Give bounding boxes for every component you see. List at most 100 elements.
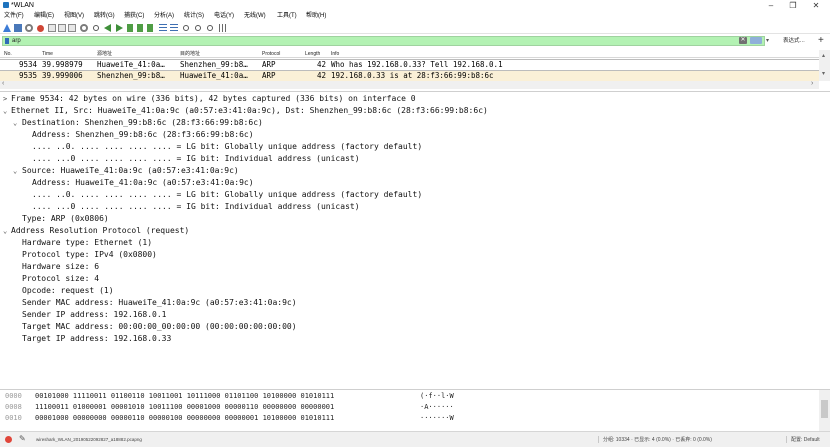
close-file-icon[interactable] xyxy=(68,24,76,32)
packet-list-vertical-scrollbar[interactable]: ▴ ▾ xyxy=(819,50,830,81)
byte-bits[interactable]: 00001000 00000000 00000110 00000100 0000… xyxy=(35,413,334,424)
menu-file[interactable]: 文件(F) xyxy=(4,12,24,21)
tree-item-source[interactable]: ⌄ Source: HuaweiTe_41:0a:9c (a0:57:e3:41… xyxy=(0,165,830,177)
restart-icon[interactable] xyxy=(25,24,33,32)
shark-fin-icon[interactable] xyxy=(3,24,11,32)
tree-item-field[interactable]: Sender MAC address: HuaweiTe_41:0a:9c (a… xyxy=(0,297,830,309)
expand-arrow-icon[interactable]: > xyxy=(3,93,7,105)
first-icon[interactable] xyxy=(137,24,143,32)
display-filter-input[interactable]: arp xyxy=(2,36,765,46)
expert-info-icon[interactable] xyxy=(5,436,12,443)
tree-item-ethernet[interactable]: ⌄ Ethernet II, Src: HuaweiTe_41:0a:9c (a… xyxy=(0,105,830,117)
tree-item-field[interactable]: .... ..0. .... .... .... .... = LG bit: … xyxy=(0,141,830,153)
column-time[interactable]: Time xyxy=(42,51,53,57)
column-destination[interactable]: 目的地址 xyxy=(180,51,200,57)
menu-wireless[interactable]: 无线(W) xyxy=(244,12,266,21)
tree-item-field[interactable]: Opcode: request (1) xyxy=(0,285,830,297)
tree-item-field[interactable]: Sender IP address: 192.168.0.1 xyxy=(0,309,830,321)
tree-item-field[interactable]: Hardware size: 6 xyxy=(0,261,830,273)
tree-item-field[interactable]: Address: Shenzhen_99:b8:6c (28:f3:66:99:… xyxy=(0,129,830,141)
collapse-arrow-icon[interactable]: ⌄ xyxy=(3,225,7,237)
tree-item-label: .... ...0 .... .... .... .... = IG bit: … xyxy=(32,202,360,211)
title-bar: *WLAN – ❐ ✕ xyxy=(0,0,830,11)
tree-item-arp[interactable]: ⌄ Address Resolution Protocol (request) xyxy=(0,225,830,237)
zoom-reset-icon[interactable] xyxy=(207,25,213,31)
menu-view[interactable]: 视图(V) xyxy=(64,12,84,21)
menu-help[interactable]: 帮助(H) xyxy=(306,12,326,21)
filter-history-dropdown-icon[interactable]: ▾ xyxy=(766,37,769,44)
autoscroll-icon[interactable] xyxy=(159,24,167,32)
bytes-vertical-scrollbar[interactable] xyxy=(819,390,830,431)
close-button[interactable]: ✕ xyxy=(803,0,829,11)
tree-item-field[interactable]: .... ...0 .... .... .... .... = IG bit: … xyxy=(0,201,830,213)
forward-icon[interactable] xyxy=(116,24,123,32)
bytes-row[interactable]: 0000 00101000 11110011 01100110 10011001… xyxy=(0,391,820,402)
bytes-row[interactable]: 0010 00001000 00000000 00000110 00000100… xyxy=(0,413,820,424)
reload-icon[interactable] xyxy=(80,24,88,32)
column-no[interactable]: No. xyxy=(4,51,12,57)
tree-item-field[interactable]: Target MAC address: 00:00:00_00:00:00 (0… xyxy=(0,321,830,333)
column-protocol[interactable]: Protocol xyxy=(262,51,280,57)
zoom-out-icon[interactable] xyxy=(195,25,201,31)
byte-ascii[interactable]: (·f··l·W xyxy=(420,391,454,402)
zoom-in-icon[interactable] xyxy=(183,25,189,31)
packet-list-horizontal-scrollbar[interactable]: ‹ › xyxy=(0,80,819,89)
menu-go[interactable]: 跳转(G) xyxy=(94,12,115,21)
tree-item-field[interactable]: Target IP address: 192.168.0.33 xyxy=(0,333,830,345)
clear-filter-icon[interactable]: ✕ xyxy=(739,37,747,44)
stop-icon[interactable] xyxy=(14,24,22,32)
menu-statistics[interactable]: 统计(S) xyxy=(184,12,204,21)
collapse-arrow-icon[interactable]: ⌄ xyxy=(13,165,17,177)
colorize-icon[interactable] xyxy=(170,24,178,32)
capture-comment-icon[interactable]: ✎ xyxy=(19,434,26,443)
scroll-right-icon[interactable]: › xyxy=(811,80,813,87)
tree-item-field[interactable]: Hardware type: Ethernet (1) xyxy=(0,237,830,249)
bytes-row[interactable]: 0008 11100011 01000001 00001010 10011100… xyxy=(0,402,820,413)
menu-analyze[interactable]: 分析(A) xyxy=(154,12,174,21)
tree-item-frame[interactable]: > Frame 9534: 42 bytes on wire (336 bits… xyxy=(0,93,830,105)
column-length[interactable]: Length xyxy=(305,51,320,57)
tree-item-field[interactable]: Protocol size: 4 xyxy=(0,273,830,285)
collapse-arrow-icon[interactable]: ⌄ xyxy=(13,117,17,129)
find-icon[interactable] xyxy=(93,25,99,31)
back-icon[interactable] xyxy=(104,24,111,32)
menu-telephony[interactable]: 电话(Y) xyxy=(214,12,234,21)
save-icon[interactable] xyxy=(58,24,66,32)
tree-item-field[interactable]: Protocol type: IPv4 (0x0800) xyxy=(0,249,830,261)
bookmark-icon[interactable] xyxy=(5,38,9,44)
tree-item-label: Target IP address: 192.168.0.33 xyxy=(22,334,172,343)
add-filter-button[interactable]: + xyxy=(818,35,824,47)
scroll-down-icon[interactable]: ▾ xyxy=(822,70,825,77)
menu-edit[interactable]: 编辑(E) xyxy=(34,12,54,21)
byte-ascii[interactable]: ·A······ xyxy=(420,402,454,413)
scroll-thumb[interactable] xyxy=(821,400,828,418)
collapse-arrow-icon[interactable]: ⌄ xyxy=(3,105,7,117)
wireshark-app-icon xyxy=(3,2,9,8)
tree-item-field[interactable]: .... ...0 .... .... .... .... = IG bit: … xyxy=(0,153,830,165)
packet-row[interactable]: 9534 39.998979 HuaweiTe_41:0a… Shenzhen_… xyxy=(0,59,819,71)
menu-tools[interactable]: 工具(T) xyxy=(277,12,297,21)
scroll-left-icon[interactable]: ‹ xyxy=(2,80,4,87)
options-icon[interactable] xyxy=(37,25,44,32)
scroll-up-icon[interactable]: ▴ xyxy=(822,52,825,59)
goto-icon[interactable] xyxy=(127,24,133,32)
filter-text[interactable]: arp xyxy=(12,37,21,46)
tree-item-field[interactable]: .... ..0. .... .... .... .... = LG bit: … xyxy=(0,189,830,201)
byte-bits[interactable]: 11100011 01000001 00001010 10011100 0000… xyxy=(35,402,334,413)
byte-ascii[interactable]: ·······W xyxy=(420,413,454,424)
column-source[interactable]: 源地址 xyxy=(97,51,112,57)
apply-filter-arrow-icon[interactable] xyxy=(750,37,762,44)
profile-selector[interactable]: 配置: Default xyxy=(786,436,820,443)
expression-button[interactable]: 表达式… xyxy=(783,37,805,45)
tree-item-field[interactable]: Type: ARP (0x0806) xyxy=(0,213,830,225)
last-icon[interactable] xyxy=(147,24,153,32)
tree-item-destination[interactable]: ⌄ Destination: Shenzhen_99:b8:6c (28:f3:… xyxy=(0,117,830,129)
menu-capture[interactable]: 捕获(C) xyxy=(124,12,144,21)
cell-destination: HuaweiTe_41:0a… xyxy=(180,71,248,80)
open-icon[interactable] xyxy=(48,24,56,32)
packet-row[interactable]: 9535 39.999006 Shenzhen_99:b8… HuaweiTe_… xyxy=(0,71,819,81)
byte-bits[interactable]: 00101000 11110011 01100110 10011001 1011… xyxy=(35,391,334,402)
tree-item-field[interactable]: Address: HuaweiTe_41:0a:9c (a0:57:e3:41:… xyxy=(0,177,830,189)
resize-columns-icon[interactable] xyxy=(219,24,227,32)
column-info[interactable]: Info xyxy=(331,51,339,57)
